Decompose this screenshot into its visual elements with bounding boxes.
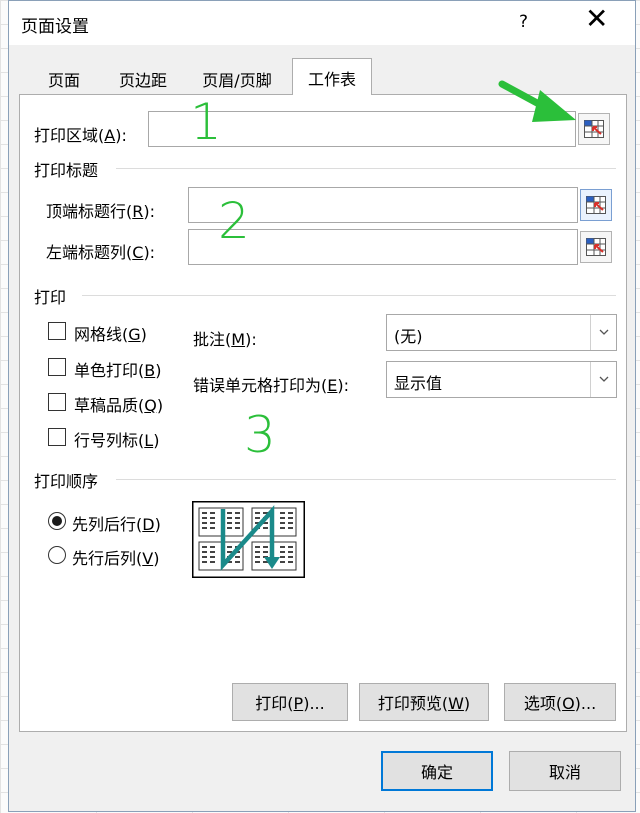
options-button[interactable]: 选项(O)... <box>504 683 616 721</box>
annotation-number: 3 <box>244 406 276 464</box>
dropdown-button[interactable] <box>590 362 616 397</box>
close-button[interactable]: ✕ <box>585 5 608 33</box>
print-section-heading: 打印 <box>34 288 67 307</box>
cell-errors-value: 显示值 <box>394 374 443 393</box>
cancel-button[interactable]: 取消 <box>509 751 621 791</box>
divider <box>116 479 616 480</box>
print-preview-button[interactable]: 打印预览(W) <box>359 683 489 721</box>
comments-label: 批注(M): <box>193 330 257 349</box>
over-then-down-label: 先行后列(V) <box>72 549 160 568</box>
help-button[interactable]: ? <box>519 12 528 32</box>
sheet-tab-panel: 打印区域(A): 打印标题 顶端标题行(R): 左端标题列(C): 打印 网格线… <box>19 94 627 732</box>
tab-margins[interactable]: 页边距 <box>104 62 182 94</box>
top-rows-label: 顶端标题行(R): <box>46 202 156 221</box>
collapse-dialog-icon <box>584 120 604 138</box>
comments-value: (无) <box>394 327 423 346</box>
chevron-down-icon <box>599 376 609 382</box>
print-button[interactable]: 打印(P)... <box>232 683 348 721</box>
black-and-white-label: 单色打印(B) <box>74 361 162 380</box>
page-order-preview <box>192 501 305 578</box>
options-button-label: 选项(O)... <box>523 694 597 713</box>
tab-sheet[interactable]: 工作表 <box>292 58 372 95</box>
row-col-headings-label: 行号列标(L) <box>74 431 160 450</box>
annotation-number: 2 <box>218 192 250 250</box>
collapse-dialog-icon <box>586 238 606 256</box>
cell-errors-label: 错误单元格打印为(E): <box>193 376 350 395</box>
dropdown-button[interactable] <box>590 315 616 350</box>
comments-select[interactable]: (无) <box>386 314 617 351</box>
divider <box>116 168 616 169</box>
tab-header-footer[interactable]: 页眉/页脚 <box>189 62 285 94</box>
over-then-down-radio[interactable] <box>48 546 66 564</box>
ok-button-label: 确定 <box>420 763 453 782</box>
radio-dot <box>52 516 62 526</box>
ok-button[interactable]: 确定 <box>381 751 493 791</box>
arrow-annotation-icon <box>498 80 576 122</box>
top-rows-range-button[interactable] <box>580 189 612 221</box>
left-columns-label: 左端标题列(C): <box>46 243 156 262</box>
left-columns-range-button[interactable] <box>580 231 612 263</box>
tab-label: 页眉/页脚 <box>202 71 272 90</box>
cancel-button-label: 取消 <box>548 763 581 782</box>
page-order-heading: 打印顺序 <box>34 472 99 491</box>
row-col-headings-checkbox[interactable] <box>48 428 66 446</box>
tab-page[interactable]: 页面 <box>31 62 97 94</box>
print-area-range-button[interactable] <box>578 113 610 145</box>
print-titles-heading: 打印标题 <box>34 161 99 180</box>
print-area-label: 打印区域(A): <box>34 126 127 145</box>
gridlines-checkbox[interactable] <box>48 322 66 340</box>
down-then-over-radio[interactable] <box>48 512 66 530</box>
draft-quality-checkbox[interactable] <box>48 393 66 411</box>
down-then-over-label: 先列后行(D) <box>72 515 161 534</box>
chevron-down-icon <box>599 329 609 335</box>
tab-label: 工作表 <box>307 70 356 89</box>
print-button-label: 打印(P)... <box>255 694 325 713</box>
collapse-dialog-icon <box>586 196 606 214</box>
gridlines-label: 网格线(G) <box>74 325 147 344</box>
draft-quality-label: 草稿品质(Q) <box>74 396 164 415</box>
tab-label: 页边距 <box>118 71 167 90</box>
black-and-white-checkbox[interactable] <box>48 358 66 376</box>
title-bar: 页面设置 ? ✕ <box>9 1 635 45</box>
tab-label: 页面 <box>47 71 80 90</box>
annotation-number: 1 <box>190 93 222 151</box>
divider <box>82 295 616 296</box>
cell-errors-select[interactable]: 显示值 <box>386 361 617 398</box>
dialog-title: 页面设置 <box>21 17 89 37</box>
print-preview-button-label: 打印预览(W) <box>377 694 471 713</box>
